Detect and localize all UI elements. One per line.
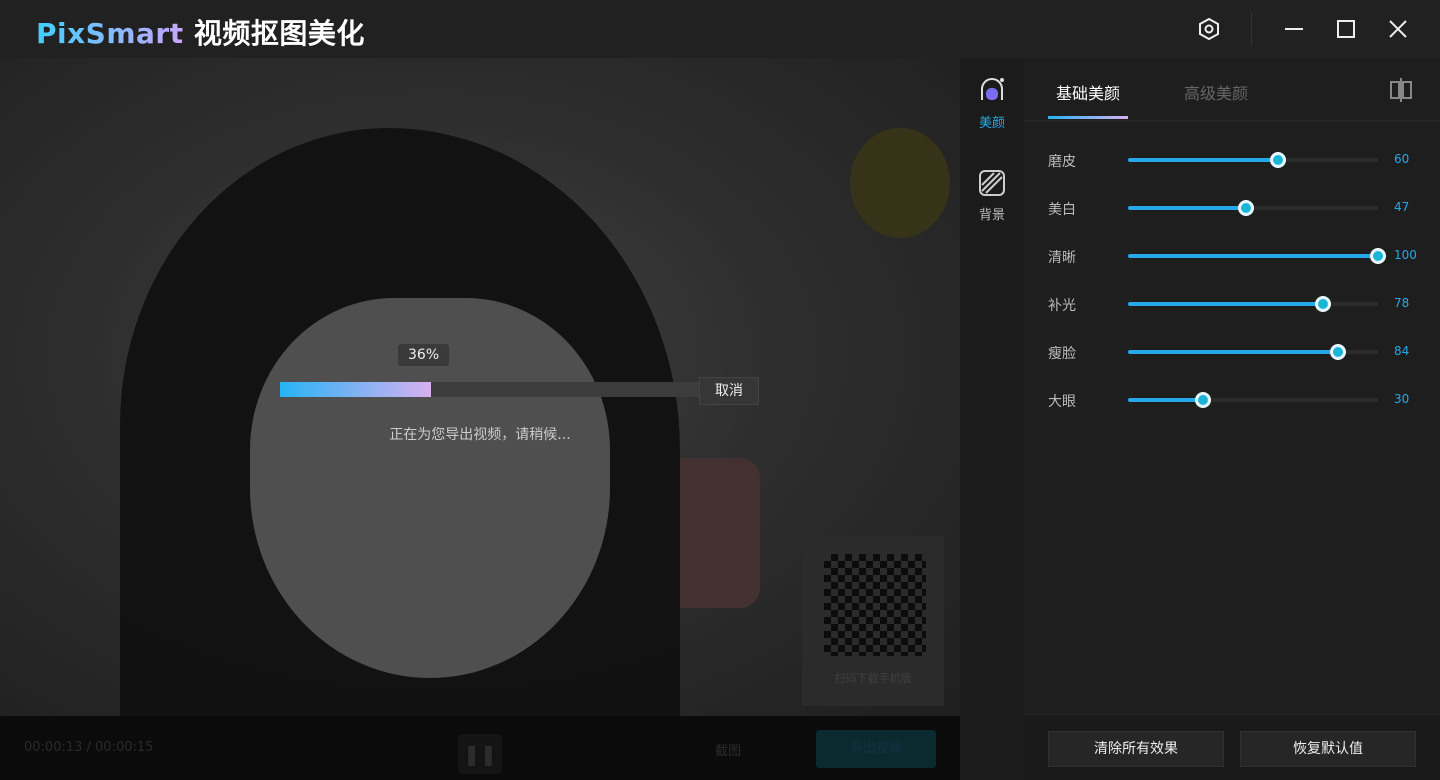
- logo-suffix: 视频抠图美化: [184, 17, 365, 50]
- slider-fill: [1128, 302, 1323, 306]
- slider-fill: [1128, 350, 1338, 354]
- panel-footer: 清除所有效果 恢复默认值: [1024, 714, 1440, 780]
- maximize-icon: [1337, 20, 1355, 38]
- restore-default-button[interactable]: 恢复默认值: [1240, 731, 1416, 767]
- slider-label: 大眼: [1048, 391, 1076, 411]
- slider-value: 100: [1394, 248, 1417, 262]
- close-icon: [1389, 20, 1407, 38]
- slider-row: 大眼 30: [1048, 388, 1428, 412]
- playback-bar: 00:00:13 / 00:00:15 ❚❚ 截图 导出视频: [0, 716, 960, 780]
- rail-item-beauty[interactable]: 美颜: [960, 76, 1024, 131]
- pause-button[interactable]: ❚❚: [458, 734, 502, 774]
- beauty-panel: 基础美颜 高级美颜 磨皮 60 美白 47 清晰 100 补光 78 瘦脸 84 大眼 3…: [1024, 58, 1440, 780]
- gear-icon: [1198, 18, 1220, 40]
- settings-button[interactable]: [1194, 14, 1224, 44]
- slider-value: 30: [1394, 392, 1409, 406]
- rail-label: 美颜: [960, 112, 1024, 131]
- tab-basic-beauty[interactable]: 基础美颜: [1056, 80, 1120, 104]
- screenshot-button[interactable]: 截图: [715, 740, 741, 759]
- slider-thumb[interactable]: [1330, 344, 1346, 360]
- cancel-button[interactable]: 取消: [699, 377, 759, 405]
- beauty-slider[interactable]: [1128, 254, 1378, 258]
- progress-percent: 36%: [398, 344, 449, 366]
- slider-label: 磨皮: [1048, 151, 1076, 171]
- slider-fill: [1128, 398, 1203, 402]
- minimize-icon: [1285, 20, 1303, 38]
- beauty-slider[interactable]: [1128, 158, 1378, 162]
- slider-thumb[interactable]: [1370, 248, 1386, 264]
- beauty-slider[interactable]: [1128, 302, 1378, 306]
- slider-fill: [1128, 158, 1278, 162]
- slider-row: 美白 47: [1048, 196, 1428, 220]
- app-logo: PixSmart 视频抠图美化: [36, 12, 365, 52]
- compare-button[interactable]: [1390, 78, 1412, 102]
- active-tab-indicator: [1048, 116, 1128, 119]
- logo-brand: PixSmart: [36, 17, 184, 50]
- title-bar: PixSmart 视频抠图美化: [0, 0, 1440, 58]
- export-status: 正在为您导出视频，请稍候...: [280, 424, 680, 444]
- close-button[interactable]: [1383, 14, 1413, 44]
- slider-fill: [1128, 254, 1378, 258]
- slider-value: 84: [1394, 344, 1409, 358]
- slider-thumb[interactable]: [1315, 296, 1331, 312]
- slider-value: 78: [1394, 296, 1409, 310]
- slider-fill: [1128, 206, 1246, 210]
- rail-item-background[interactable]: 背景: [960, 168, 1024, 223]
- rail-label: 背景: [960, 204, 1024, 223]
- tab-bar: 基础美颜 高级美颜: [1024, 58, 1440, 122]
- minimize-button[interactable]: [1279, 14, 1309, 44]
- maximize-button[interactable]: [1331, 14, 1361, 44]
- beauty-slider[interactable]: [1128, 206, 1378, 210]
- feature-rail: 美颜 背景: [960, 58, 1024, 780]
- progress-fill: [280, 382, 431, 397]
- slider-row: 磨皮 60: [1048, 148, 1428, 172]
- slider-label: 瘦脸: [1048, 343, 1076, 363]
- slider-label: 清晰: [1048, 247, 1076, 267]
- slider-label: 补光: [1048, 295, 1076, 315]
- slider-thumb[interactable]: [1270, 152, 1286, 168]
- clear-all-effects-button[interactable]: 清除所有效果: [1048, 731, 1224, 767]
- slider-row: 瘦脸 84: [1048, 340, 1428, 364]
- pause-icon: ❚❚: [463, 742, 497, 766]
- beauty-slider[interactable]: [1128, 350, 1378, 354]
- slider-row: 清晰 100: [1048, 244, 1428, 268]
- slider-thumb[interactable]: [1238, 200, 1254, 216]
- time-display: 00:00:13 / 00:00:15: [24, 740, 153, 755]
- background-icon: [977, 168, 1007, 198]
- slider-label: 美白: [1048, 199, 1076, 219]
- slider-thumb[interactable]: [1195, 392, 1211, 408]
- slider-value: 60: [1394, 152, 1409, 166]
- beauty-face-icon: [977, 76, 1007, 106]
- slider-value: 47: [1394, 200, 1409, 214]
- export-progress-bar: [280, 382, 700, 397]
- compare-icon: [1390, 78, 1412, 102]
- divider: [1251, 12, 1252, 46]
- slider-row: 补光 78: [1048, 292, 1428, 316]
- tab-advanced-beauty[interactable]: 高级美颜: [1184, 80, 1248, 104]
- export-button[interactable]: 导出视频: [816, 730, 936, 768]
- beauty-slider[interactable]: [1128, 398, 1378, 402]
